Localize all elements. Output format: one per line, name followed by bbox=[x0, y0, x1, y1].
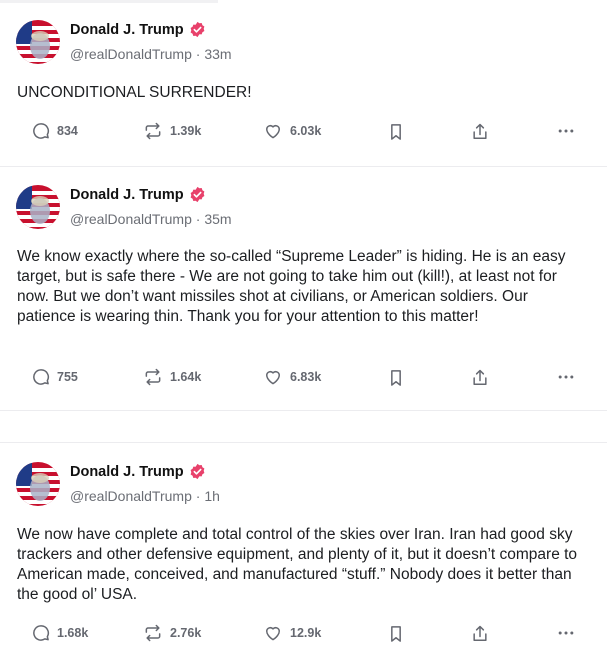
bookmark-button[interactable] bbox=[386, 121, 406, 143]
bookmark-button[interactable] bbox=[386, 367, 406, 389]
avatar[interactable] bbox=[16, 185, 60, 229]
share-button[interactable] bbox=[470, 121, 490, 143]
bookmark-icon bbox=[391, 626, 401, 642]
reply-icon bbox=[33, 625, 50, 641]
heart-icon bbox=[266, 626, 280, 641]
post-text: UNCONDITIONAL SURRENDER! bbox=[17, 84, 252, 101]
handle-text[interactable]: @realDonaldTrump bbox=[70, 211, 192, 227]
author-handle[interactable]: @realDonaldTrump · 33m bbox=[70, 46, 232, 62]
like-button[interactable]: 6.03k bbox=[262, 121, 321, 141]
like-count: 6.03k bbox=[290, 124, 322, 138]
reply-count: 755 bbox=[57, 370, 78, 384]
more-options-button[interactable] bbox=[555, 367, 577, 387]
share-button[interactable] bbox=[470, 623, 490, 645]
reply-count: 834 bbox=[57, 124, 78, 138]
reply-button[interactable]: 755 bbox=[31, 367, 78, 387]
post-actions: 755 1.64k 6.83k bbox=[0, 367, 607, 391]
retruth-count: 2.76k bbox=[170, 626, 202, 640]
post-actions: 834 1.39k 6.03k bbox=[0, 121, 607, 145]
post-text: We now have complete and total control o… bbox=[17, 526, 578, 603]
author-name-text[interactable]: Donald J. Trump bbox=[70, 187, 184, 203]
reply-button[interactable]: 1.68k bbox=[31, 623, 88, 643]
like-count: 12.9k bbox=[290, 626, 322, 640]
avatar[interactable] bbox=[16, 462, 60, 506]
verified-badge-icon bbox=[190, 463, 204, 480]
separator-dot: · bbox=[195, 488, 201, 504]
more-icon bbox=[558, 129, 574, 133]
avatar[interactable] bbox=[16, 20, 60, 64]
author-handle[interactable]: @realDonaldTrump · 35m bbox=[70, 211, 232, 227]
verified-badge-icon bbox=[190, 21, 204, 38]
separator-dot: · bbox=[195, 211, 201, 227]
reply-icon bbox=[33, 123, 50, 139]
post-time[interactable]: 1h bbox=[204, 488, 220, 504]
post-text: We know exactly where the so-called “Sup… bbox=[17, 248, 566, 325]
separator-dot: · bbox=[195, 46, 201, 62]
post-actions: 1.68k 2.76k 12.9k bbox=[0, 623, 607, 647]
more-icon bbox=[558, 375, 574, 379]
retruth-button[interactable]: 1.39k bbox=[142, 121, 201, 141]
more-options-button[interactable] bbox=[555, 623, 577, 643]
author-handle[interactable]: @realDonaldTrump · 1h bbox=[70, 488, 220, 504]
heart-icon bbox=[266, 124, 280, 139]
like-count: 6.83k bbox=[290, 370, 322, 384]
author-name[interactable]: Donald J. Trump bbox=[70, 463, 206, 480]
feed-spacer bbox=[0, 411, 607, 443]
reply-count: 1.68k bbox=[57, 626, 89, 640]
bookmark-icon bbox=[391, 370, 401, 386]
verified-badge-icon bbox=[190, 186, 204, 203]
retruth-button[interactable]: 2.76k bbox=[142, 623, 201, 643]
author-name[interactable]: Donald J. Trump bbox=[70, 21, 206, 38]
heart-icon bbox=[266, 370, 280, 385]
post[interactable]: Donald J. Trump @realDonaldTrump · 1h We… bbox=[0, 443, 607, 664]
bookmark-button[interactable] bbox=[386, 623, 406, 645]
share-icon bbox=[473, 123, 487, 139]
more-options-button[interactable] bbox=[555, 121, 577, 141]
author-name-text[interactable]: Donald J. Trump bbox=[70, 464, 184, 480]
retruth-icon bbox=[145, 624, 161, 642]
retruth-button[interactable]: 1.64k bbox=[142, 367, 201, 387]
bookmark-icon bbox=[391, 124, 401, 140]
share-icon bbox=[473, 369, 487, 385]
retruth-icon bbox=[145, 122, 161, 140]
retruth-icon bbox=[145, 368, 161, 386]
handle-text[interactable]: @realDonaldTrump bbox=[70, 488, 192, 504]
like-button[interactable]: 12.9k bbox=[262, 623, 321, 643]
retruth-count: 1.64k bbox=[170, 370, 202, 384]
author-name[interactable]: Donald J. Trump bbox=[70, 186, 206, 203]
more-icon bbox=[558, 631, 574, 635]
author-name-text[interactable]: Donald J. Trump bbox=[70, 22, 184, 38]
post-time[interactable]: 35m bbox=[204, 211, 231, 227]
post-time[interactable]: 33m bbox=[204, 46, 231, 62]
share-icon bbox=[473, 625, 487, 641]
handle-text[interactable]: @realDonaldTrump bbox=[70, 46, 192, 62]
like-button[interactable]: 6.83k bbox=[262, 367, 321, 387]
retruth-count: 1.39k bbox=[170, 124, 202, 138]
post[interactable]: Donald J. Trump @realDonaldTrump · 35m W… bbox=[0, 166, 607, 411]
share-button[interactable] bbox=[470, 367, 490, 389]
reply-button[interactable]: 834 bbox=[31, 121, 78, 141]
reply-icon bbox=[33, 369, 50, 385]
post[interactable]: Donald J. Trump @realDonaldTrump · 33m U… bbox=[0, 0, 607, 167]
